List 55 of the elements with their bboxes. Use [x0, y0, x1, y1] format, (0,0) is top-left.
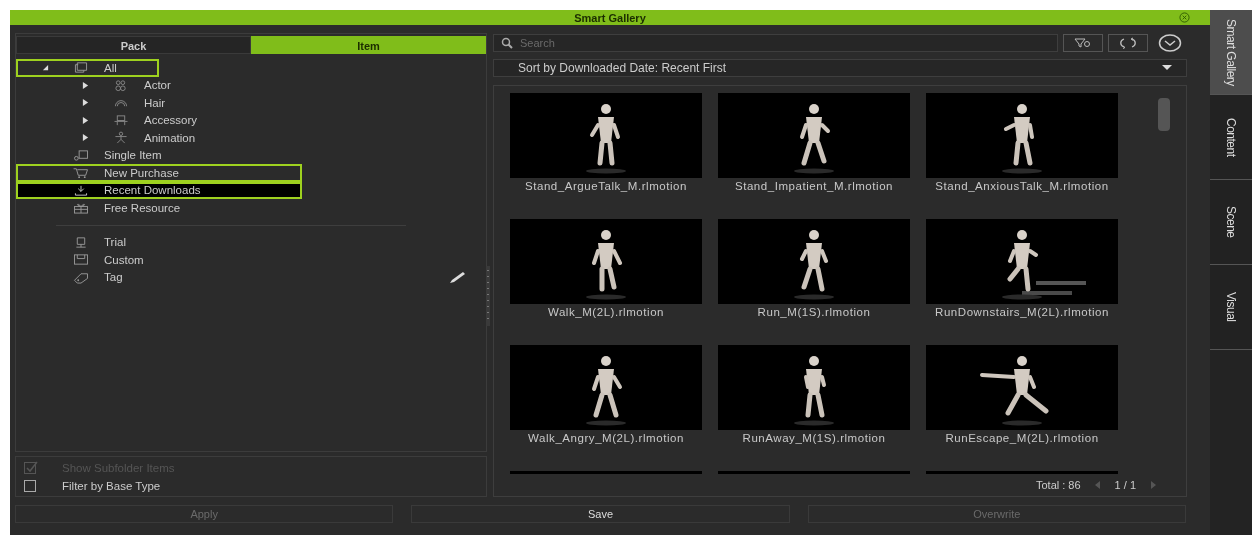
tree-item[interactable]: Single Item: [16, 146, 486, 164]
collapse-arrow-icon[interactable]: [42, 64, 49, 72]
expand-arrow-icon[interactable]: [82, 81, 89, 89]
panel-tab[interactable]: Item: [251, 36, 486, 54]
action-button[interactable]: Save: [411, 505, 790, 523]
single-item-icon: [72, 148, 90, 162]
tree-item[interactable]: Accessory: [16, 111, 486, 129]
tree-item[interactable]: Animation: [16, 129, 486, 147]
thumbnail-caption: Walk_M(2L).rlmotion: [546, 306, 666, 319]
side-tab[interactable]: Smart Gallery: [1210, 10, 1252, 95]
checkbox-label: Filter by Base Type: [62, 480, 161, 492]
tree-item[interactable]: Actor: [16, 76, 486, 94]
tag-icon: [72, 270, 90, 284]
expand-arrow-icon[interactable]: [82, 134, 89, 142]
thumbnail-caption: RunEscape_M(2L).rlmotion: [944, 432, 1100, 445]
download-icon: [72, 183, 90, 197]
thumbnail-caption: Stand_AnxiousTalk_M.rlmotion: [934, 180, 1110, 193]
scrollbar-thumb[interactable]: [1158, 98, 1170, 131]
expand-arrow-icon[interactable]: [82, 116, 89, 124]
window-title: Smart Gallery: [574, 11, 646, 24]
panel-tab[interactable]: Pack: [16, 36, 251, 54]
tree-item[interactable]: Trial: [16, 233, 486, 251]
tree-item[interactable]: Free Resource: [16, 199, 486, 217]
tree-item[interactable]: Hair: [16, 94, 486, 112]
thumbnail-caption: RunAway_M(1S).rlmotion: [741, 432, 887, 445]
accessory-icon: [112, 113, 130, 127]
tree-item[interactable]: Tag: [16, 268, 486, 286]
expand-arrow-icon[interactable]: [82, 99, 89, 107]
page-indicator: 1 / 1: [1114, 479, 1136, 491]
checkbox[interactable]: [24, 479, 38, 493]
thumbnail-caption: Walk_Angry_M(2L).rlmotion: [527, 432, 685, 445]
gift-icon: [72, 201, 90, 215]
thumbnail-caption: Run_M(1S).rlmotion: [756, 306, 872, 319]
close-icon[interactable]: [1179, 12, 1190, 23]
refresh-icon: [1118, 37, 1138, 49]
tree-item[interactable]: Custom: [16, 251, 486, 269]
thumbnail-caption: RunDownstairs_M(2L).rlmotion: [934, 306, 1110, 319]
refresh-button[interactable]: [1108, 34, 1148, 52]
thumbnail-caption: Stand_Impatient_M.rlmotion: [733, 180, 895, 193]
search-field[interactable]: Search: [493, 34, 1058, 52]
tree-icon: [72, 61, 90, 75]
thumbnail-caption: Stand_ArgueTalk_M.rlmotion: [524, 180, 688, 193]
pencil-icon[interactable]: [448, 270, 468, 285]
caret-icon: [1162, 65, 1172, 71]
filter-button[interactable]: [1063, 34, 1103, 52]
total-count: Total : 86: [1035, 479, 1081, 491]
custom-icon: [72, 253, 90, 267]
sort-dropdown[interactable]: Sort by Downloaded Date: Recent First: [493, 59, 1187, 77]
filter-icon: [1073, 37, 1093, 49]
tree-item[interactable]: New Purchase: [16, 164, 302, 182]
tree-item[interactable]: All: [16, 59, 159, 77]
sort-value: Sort by Downloaded Date: Recent First: [518, 61, 728, 75]
cart-icon: [72, 166, 90, 180]
collapse-icon[interactable]: [1157, 33, 1183, 53]
figure-icon: [112, 131, 130, 145]
